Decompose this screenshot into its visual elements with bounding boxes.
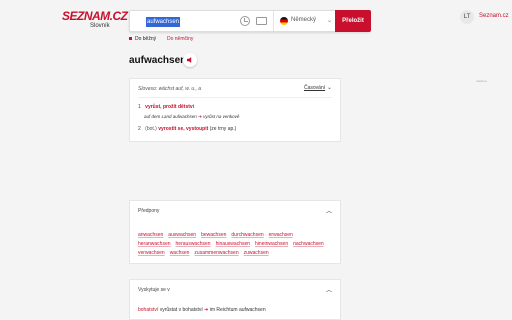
arrow-right-icon: ➜ [198, 114, 202, 119]
occurrence-czech: vyrůstat v bohatství [159, 307, 203, 313]
arrow-right-icon: ➜ [204, 307, 209, 313]
headword: aufwachsen [129, 55, 187, 66]
occurrence-item: bohatství vyrůstat v bohatství ➜ im Reic… [138, 307, 266, 313]
avatar[interactable]: LT [460, 10, 474, 24]
occurrence-link[interactable]: bohatství [138, 307, 158, 313]
chevron-up-icon[interactable]: ︿ [326, 206, 332, 215]
prefix-link[interactable]: verwachsen [138, 250, 165, 256]
prefix-link[interactable]: zusammenwachsen [194, 250, 238, 256]
search-bar: aufwachsen Německý ⌄ Přeložit [129, 10, 371, 32]
prefix-link[interactable]: herauswachsen [176, 241, 211, 247]
prefixes-title: Předpony [138, 208, 160, 214]
ad-label: reklama [476, 79, 487, 83]
seznam-home-link[interactable]: Seznam.cz [479, 13, 509, 19]
occurrences-card: Vyskytuje se v ︿ bohatství vyrůstat v bo… [129, 279, 341, 320]
dict-link-label: Do němčiny [167, 36, 194, 42]
translate-button[interactable]: Přeložit [335, 10, 371, 32]
prefix-row: anwachsen auswachsen bewachsen durchwachsen… [138, 232, 298, 238]
sense-item: 1 vyrůst, prožít dětství [138, 104, 194, 110]
prefix-link[interactable]: anwachsen [138, 232, 163, 238]
prefix-link[interactable]: hineinwachsen [255, 241, 288, 247]
bullet-icon [129, 37, 132, 41]
divider [138, 97, 332, 98]
prefix-link[interactable]: hinauswachsen [216, 241, 250, 247]
search-input[interactable]: aufwachsen [146, 17, 181, 27]
example-phrase: auf dem Land aufwachsen ➜ vyrůst na venk… [144, 114, 239, 120]
prefix-link[interactable]: zuwachsen [244, 250, 269, 256]
prefix-link[interactable]: erwachsen [269, 232, 293, 238]
prefix-row: verwachsen wachsen zusammenwachsen zuwachse… [138, 250, 274, 256]
conjugation-link[interactable]: Časování [304, 85, 325, 91]
sense-number: 2 [138, 126, 141, 132]
dict-link-common[interactable]: Do běžný [129, 36, 156, 42]
speaker-icon[interactable] [183, 53, 197, 67]
chevron-down-icon: ⌄ [327, 18, 333, 24]
seznam-logo[interactable]: SEZNAM.CZ Slovník [62, 9, 128, 35]
prefix-link[interactable]: nachwachsen [293, 241, 324, 247]
top-bar: SEZNAM.CZ Slovník aufwachsen Německý ⌄ P… [0, 0, 512, 46]
keyboard-icon[interactable] [256, 17, 267, 25]
sense-item: 2 (bot.) vyrostit se, vystoupit (ze trny… [138, 126, 236, 132]
sense-note: (bot.) [145, 126, 157, 132]
prefix-link[interactable]: wachsen [170, 250, 190, 256]
entry-card: Sloveso: wächst auf, w. u., a Časování ⌄… [129, 78, 341, 142]
sense-tail: (ze trny ap.) [209, 126, 237, 132]
example-german: auf dem Land aufwachsen [144, 114, 197, 119]
language-select[interactable]: Německý ⌄ [273, 11, 335, 31]
chevron-down-icon[interactable]: ⌄ [327, 84, 332, 91]
sense-number: 1 [138, 104, 141, 110]
dict-link-german[interactable]: Do němčiny [167, 36, 193, 42]
chevron-up-icon[interactable]: ︿ [326, 285, 332, 294]
germany-flag-icon [280, 17, 288, 25]
occurrence-german: im Reichtum [209, 307, 238, 313]
prefixes-card: Předpony ︿ anwachsen auswachsen bewachsen d… [129, 200, 341, 264]
grammar-info: Sloveso: wächst auf, w. u., a [138, 86, 202, 92]
example-czech: vyrůst na venkově [203, 114, 240, 119]
prefix-link[interactable]: auswachsen [168, 232, 196, 238]
prefix-link[interactable]: bewachsen [201, 232, 226, 238]
prefix-row: heranwachsen herauswachsen hinauswachsen hi… [138, 241, 329, 247]
sense-translation-link[interactable]: vyrůst, prožít dětství [145, 104, 194, 110]
history-icon[interactable] [240, 16, 250, 26]
dict-link-label: Do běžný [135, 36, 157, 42]
occurrence-german-word: aufwachsen [238, 307, 266, 313]
logo-text: SEZNAM.CZ [62, 9, 128, 23]
occurrences-title: Vyskytuje se v [138, 287, 170, 293]
prefix-link[interactable]: heranwachsen [138, 241, 171, 247]
logo-subtitle: Slovník [90, 23, 110, 29]
language-label: Německý [291, 17, 317, 23]
sense-translation-link[interactable]: vyrostit se, vystoupit [158, 126, 208, 132]
prefix-link[interactable]: durchwachsen [231, 232, 263, 238]
